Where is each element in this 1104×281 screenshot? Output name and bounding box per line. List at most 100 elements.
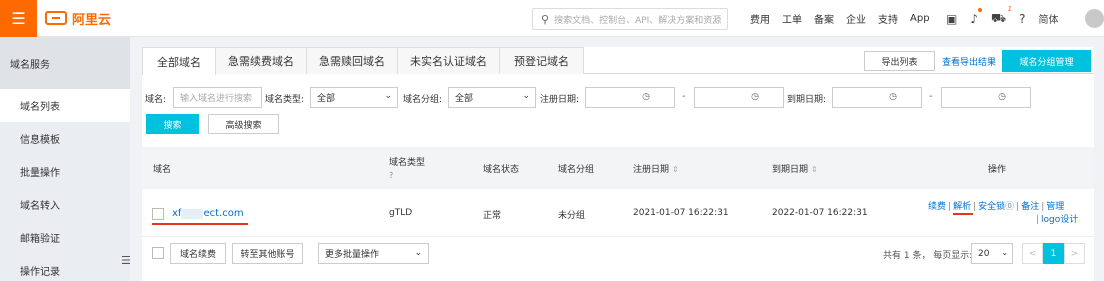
global-search-input[interactable]: ⚲ 搜索文档、控制台、API、解决方案和资源: [532, 8, 728, 30]
sort-icon[interactable]: ⇕: [811, 165, 818, 174]
expire-date-start[interactable]: ◷: [832, 87, 922, 108]
sidebar-item-domain-list[interactable]: 域名列表: [0, 89, 130, 122]
cart-icon[interactable]: ⛟ 1: [991, 5, 1012, 27]
col-reg-date[interactable]: 注册日期 ⇕: [633, 162, 679, 175]
help-icon[interactable]: ⓪: [1005, 202, 1014, 212]
reg-date-end[interactable]: ◷: [694, 87, 784, 108]
select-all-checkbox[interactable]: [152, 247, 164, 259]
col-expire-date-label: 到期日期: [772, 165, 809, 175]
search-button[interactable]: 搜索: [146, 114, 199, 134]
tab-unverified[interactable]: 未实名认证域名: [397, 47, 500, 74]
view-export-link[interactable]: 查看导出结果: [942, 55, 996, 68]
top-bar: ☰ 阿里云 ⚲ 搜索文档、控制台、API、解决方案和资源 费用 工单 备案 企业…: [0, 0, 1104, 37]
logo-design-link[interactable]: logo设计: [1041, 215, 1078, 225]
group-manage-button[interactable]: 域名分组管理: [1002, 50, 1091, 72]
group-select[interactable]: 全部 ⌄: [448, 87, 536, 108]
calendar-icon: ◷: [889, 92, 897, 102]
page-size-select[interactable]: 20 ⌄: [971, 243, 1013, 264]
domain-status: 正常: [483, 211, 502, 221]
sidebar-item-templates[interactable]: 信息模板: [0, 122, 130, 155]
sort-icon[interactable]: ⇕: [672, 165, 679, 174]
reg-date-label: 注册日期:: [540, 95, 580, 105]
page-button-current[interactable]: 1: [1043, 243, 1064, 264]
avatar[interactable]: [1085, 9, 1104, 28]
tab-renew-urgent[interactable]: 急需续费域名: [215, 47, 307, 74]
tab-redeem-urgent[interactable]: 急需赎回域名: [306, 47, 398, 74]
pager-summary: 共有 1 条， 每页显示:: [883, 251, 973, 261]
type-filter-label: 域名类型:: [265, 95, 305, 105]
domain-link[interactable]: xf ect.com: [172, 208, 244, 219]
ops-sep: |: [1041, 202, 1045, 212]
manage-link[interactable]: 管理: [1046, 202, 1064, 212]
prev-page-button[interactable]: <: [1022, 243, 1043, 264]
top-link-fees[interactable]: 费用: [750, 11, 770, 26]
top-link-support[interactable]: 支持: [878, 11, 898, 26]
filter-row: 域名: 输入域名进行搜索 域名类型: 全部 ⌄ 域名分组: 全部 ⌄ 注册日期:…: [142, 87, 1094, 109]
chevron-down-icon: ⌄: [522, 91, 530, 101]
security-lock-link[interactable]: 安全锁: [978, 202, 1005, 212]
help-icon[interactable]: ?: [1019, 12, 1025, 26]
menu-icon[interactable]: ☰: [0, 0, 37, 37]
note-link[interactable]: 备注: [1021, 202, 1039, 212]
sidebar-collapse-icon[interactable]: ☰: [121, 254, 131, 267]
advanced-search-button[interactable]: 高级搜索: [208, 114, 279, 134]
table-row: xf ect.com gTLD 正常 未分组 2021-01-07 16:22:3…: [142, 189, 1094, 237]
more-batch-ops-label: 更多批量操作: [325, 250, 380, 260]
calendar-icon: ◷: [751, 92, 759, 102]
batch-renew-button[interactable]: 域名续费: [170, 243, 226, 264]
col-group: 域名分组: [558, 165, 595, 175]
brand-name: 阿里云: [72, 12, 112, 28]
tab-all-domains[interactable]: 全部域名: [142, 47, 216, 75]
expire-date-end[interactable]: ◷: [941, 87, 1031, 108]
col-domain: 域名: [153, 165, 172, 175]
col-expire-date[interactable]: 到期日期 ⇕: [772, 162, 818, 175]
expire-date-label: 到期日期:: [787, 95, 827, 105]
next-page-button[interactable]: >: [1064, 243, 1085, 264]
row-checkbox[interactable]: [152, 208, 164, 220]
transfer-account-button[interactable]: 转至其他账号: [232, 243, 303, 264]
search-placeholder: 搜索文档、控制台、API、解决方案和资源: [554, 15, 722, 26]
reg-date-start[interactable]: ◷: [585, 87, 675, 108]
calendar-icon: ◷: [642, 92, 650, 102]
top-link-icp[interactable]: 备案: [814, 11, 834, 26]
sidebar-item-transfer-in[interactable]: 域名转入: [0, 188, 130, 221]
domain-filter-label: 域名:: [145, 95, 167, 105]
sidebar-item-batch-ops[interactable]: 批量操作: [0, 155, 130, 188]
aliyun-logo[interactable]: 阿里云: [45, 9, 111, 28]
expire-date-separator: -: [929, 91, 933, 102]
cart-badge: 1: [1007, 4, 1013, 13]
domain-prefix: xf: [172, 208, 182, 219]
sidebar: 域名服务 域名列表 信息模板 批量操作 域名转入 邮箱验证 操作记录: [0, 37, 130, 281]
page-size-value: 20: [978, 248, 990, 259]
top-link-enterprise[interactable]: 企业: [846, 11, 866, 26]
type-select[interactable]: 全部 ⌄: [310, 87, 398, 108]
ops-sep: |: [973, 202, 977, 212]
resolve-link[interactable]: 解析: [953, 202, 974, 215]
chevron-down-icon: ⌄: [384, 91, 392, 101]
language-switch[interactable]: 简体: [1039, 11, 1059, 26]
domain-table: 域名 域名类型 ? 域名状态 域名分组 注册日期 ⇕ 到期日期 ⇕ 操作 xf ect…: [142, 147, 1094, 237]
calendar-icon: ◷: [998, 92, 1006, 102]
expire-date: 2022-01-07 16:22:31: [772, 208, 868, 218]
group-select-value: 全部: [455, 94, 474, 104]
bell-icon[interactable]: ♪: [970, 7, 983, 26]
more-batch-ops-select[interactable]: 更多批量操作 ⌄: [318, 243, 429, 264]
help-icon[interactable]: ?: [389, 171, 425, 180]
col-type: 域名类型 ?: [389, 155, 425, 180]
logo-mark-icon: [45, 11, 67, 25]
sidebar-item-email-verify[interactable]: 邮箱验证: [0, 221, 130, 254]
renew-link[interactable]: 续费: [928, 202, 946, 212]
tab-preregistered[interactable]: 预登记域名: [499, 47, 584, 74]
sidebar-item-op-records[interactable]: 操作记录: [0, 254, 130, 281]
redacted-mask: [181, 208, 204, 219]
table-header: 域名 域名类型 ? 域名状态 域名分组 注册日期 ⇕ 到期日期 ⇕ 操作: [142, 147, 1094, 189]
col-type-label: 域名类型: [389, 158, 426, 168]
top-link-app[interactable]: App: [910, 13, 930, 24]
ops-sep: |: [948, 202, 952, 212]
export-list-button[interactable]: 导出列表: [864, 51, 935, 71]
chevron-down-icon: ⌄: [414, 248, 422, 258]
domain-search-field[interactable]: 输入域名进行搜索: [173, 87, 262, 108]
resolve-label: 解析: [953, 202, 972, 212]
screen-icon[interactable]: ▣: [946, 12, 957, 26]
top-link-tickets[interactable]: 工单: [782, 11, 802, 26]
